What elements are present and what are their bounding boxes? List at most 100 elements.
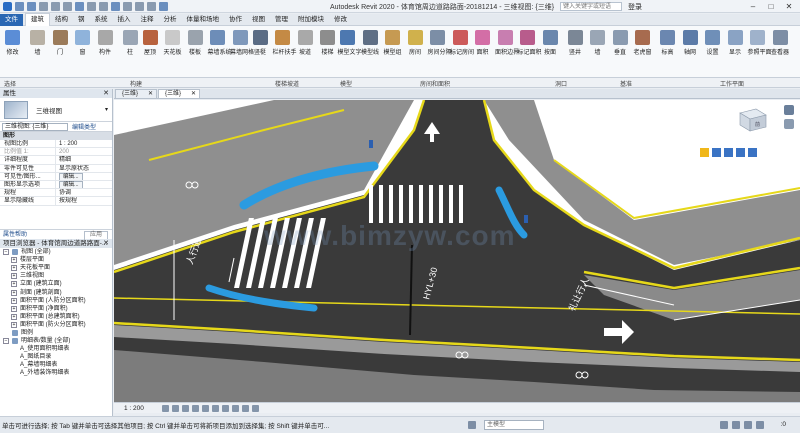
ribbon-button-23[interactable]: 标记面积 <box>518 28 542 66</box>
close-icon[interactable]: ✕ <box>148 90 153 99</box>
close-icon[interactable]: ✕ <box>103 89 109 98</box>
tab-6[interactable]: 注释 <box>136 14 159 26</box>
ribbon-button-13[interactable]: 坡道 <box>295 28 315 66</box>
ribbon-button-17[interactable]: 模型组 <box>383 28 403 66</box>
property-value[interactable]: 显示原状态 <box>56 165 112 172</box>
tab-9[interactable]: 协作 <box>224 14 247 26</box>
ribbon-button-29[interactable]: 标高 <box>658 28 678 66</box>
ribbon-button-3[interactable]: 窗 <box>73 28 93 66</box>
model-select[interactable]: 主模型 <box>484 420 544 430</box>
sync-icon[interactable] <box>39 1 48 11</box>
tree-node[interactable]: + 立面 (建筑立面) <box>0 280 112 288</box>
ribbon-button-14[interactable]: 楼梯 <box>318 28 338 66</box>
3d-view-canvas[interactable]: 人行道 HYL+30 礼让行人 www.bimzyw.com 前 <box>114 100 800 402</box>
tree-node[interactable]: + 剖面 (建筑剖面) <box>0 288 112 296</box>
property-value[interactable]: 编辑... <box>56 172 112 180</box>
tab-8[interactable]: 体量和场地 <box>182 14 225 26</box>
ribbon-button-28[interactable]: 老虎窗 <box>633 28 653 66</box>
tab-10[interactable]: 视图 <box>247 14 270 26</box>
property-value[interactable]: 200 <box>56 148 112 155</box>
ribbon-button-16[interactable]: 模型线 <box>360 28 380 66</box>
tab-12[interactable]: 附加模块 <box>293 14 329 26</box>
tree-node[interactable]: − 视图 (全部) <box>0 248 112 256</box>
view-tab[interactable]: {三维} ✕ <box>158 89 201 99</box>
expand-icon[interactable]: + <box>11 273 17 280</box>
ime-icon[interactable] <box>736 148 745 157</box>
ribbon-button-30[interactable]: 轴网 <box>680 28 700 66</box>
ribbon-button-8[interactable]: 楼板 <box>185 28 205 66</box>
ribbon-button-27[interactable]: 垂直 <box>610 28 630 66</box>
select-underlay-icon[interactable] <box>732 421 740 429</box>
ribbon-button-11[interactable]: 竖梃 <box>250 28 270 66</box>
tree-node[interactable]: + 三维视图 <box>0 272 112 280</box>
ime-icon[interactable] <box>724 148 733 157</box>
navigation-bar[interactable] <box>784 105 796 325</box>
tree-node[interactable]: + 天花板平面 <box>0 264 112 272</box>
tree-node[interactable]: − 明细表/数量 (全部) <box>0 337 112 345</box>
expand-icon[interactable]: + <box>11 281 17 288</box>
detail-level-icon[interactable] <box>162 405 169 412</box>
viewcube-icon[interactable]: 前 <box>730 105 772 135</box>
ribbon-button-26[interactable]: 墙 <box>588 28 608 66</box>
sun-path-icon[interactable] <box>182 405 189 412</box>
expand-icon[interactable]: + <box>11 265 17 272</box>
properties-help-link[interactable]: 属性帮助 <box>3 232 27 238</box>
maximize-button[interactable]: □ <box>763 1 779 12</box>
expand-icon[interactable]: + <box>11 321 17 328</box>
ribbon-button-19[interactable]: 房间分隔 <box>428 28 452 66</box>
select-pinned-icon[interactable] <box>744 421 752 429</box>
print-icon[interactable] <box>75 1 84 11</box>
tab-1[interactable]: 建筑 <box>25 13 50 26</box>
tab-4[interactable]: 系统 <box>90 14 113 26</box>
property-value[interactable]: 按规程 <box>56 197 112 204</box>
ribbon-group-label[interactable]: 选择 <box>4 79 16 88</box>
ime-icon[interactable] <box>700 148 709 157</box>
search-input[interactable]: 键入关键字或短语 <box>560 2 622 11</box>
open-icon[interactable] <box>15 1 24 11</box>
ribbon-button-0[interactable]: 修改 <box>3 28 23 66</box>
view-scale[interactable]: 1 : 200 <box>124 404 144 413</box>
edit-button[interactable]: 编辑... <box>59 172 83 180</box>
zoom-icon[interactable] <box>784 119 794 129</box>
edit-button[interactable]: 编辑... <box>59 180 83 189</box>
hide-icon[interactable] <box>242 405 249 412</box>
tree-node[interactable]: + 面积平面 (净面积) <box>0 305 112 313</box>
revit-logo-icon[interactable] <box>3 1 12 11</box>
expand-icon[interactable]: + <box>11 257 17 264</box>
ribbon-button-15[interactable]: 模型文字 <box>338 28 362 66</box>
tree-node[interactable]: A_使用面积明细表 <box>0 345 112 353</box>
ribbon-button-18[interactable]: 房间 <box>405 28 425 66</box>
property-value[interactable]: 1 : 200 <box>56 140 112 147</box>
tree-node[interactable]: A_幕墙明细表 <box>0 361 112 369</box>
tree-node[interactable]: 图例 <box>0 329 112 337</box>
tree-node[interactable]: + 面积平面 (总建筑面积) <box>0 313 112 321</box>
expand-icon[interactable]: + <box>11 313 17 320</box>
login-link[interactable]: 登录 <box>628 2 642 12</box>
ribbon-button-12[interactable]: 栏杆扶手 <box>273 28 297 66</box>
ime-icon[interactable] <box>748 148 757 157</box>
expand-icon[interactable]: + <box>11 297 17 304</box>
tab-7[interactable]: 分析 <box>159 14 182 26</box>
tree-node[interactable]: + 楼层平面 <box>0 256 112 264</box>
collapse-icon[interactable]: − <box>3 338 9 345</box>
select-links-icon[interactable] <box>720 421 728 429</box>
ribbon-button-6[interactable]: 屋顶 <box>140 28 160 66</box>
section-icon[interactable] <box>123 1 132 11</box>
lock-icon[interactable] <box>232 405 239 412</box>
close-icon[interactable]: ✕ <box>191 90 196 99</box>
type-selector[interactable]: 三维视图 ▾ <box>0 98 112 122</box>
tab-5[interactable]: 插入 <box>113 14 136 26</box>
ribbon-button-24[interactable]: 按面 <box>540 28 560 66</box>
render-icon[interactable] <box>202 405 209 412</box>
tree-node[interactable]: + 面积平面 (人防分区面积) <box>0 297 112 305</box>
property-value[interactable]: 协调 <box>56 189 112 196</box>
ribbon-button-5[interactable]: 柱 <box>120 28 140 66</box>
thin-lines-icon[interactable] <box>135 1 144 11</box>
tab-13[interactable]: 修改 <box>329 14 352 26</box>
ribbon-button-25[interactable]: 竖井 <box>565 28 585 66</box>
ribbon-button-20[interactable]: 标记房间 <box>450 28 474 66</box>
tree-node[interactable]: A_外墙装饰明细表 <box>0 369 112 377</box>
close-icon[interactable]: ✕ <box>103 239 109 248</box>
ribbon-button-34[interactable]: 查看器 <box>770 28 790 66</box>
3d-view-icon[interactable] <box>111 1 120 11</box>
